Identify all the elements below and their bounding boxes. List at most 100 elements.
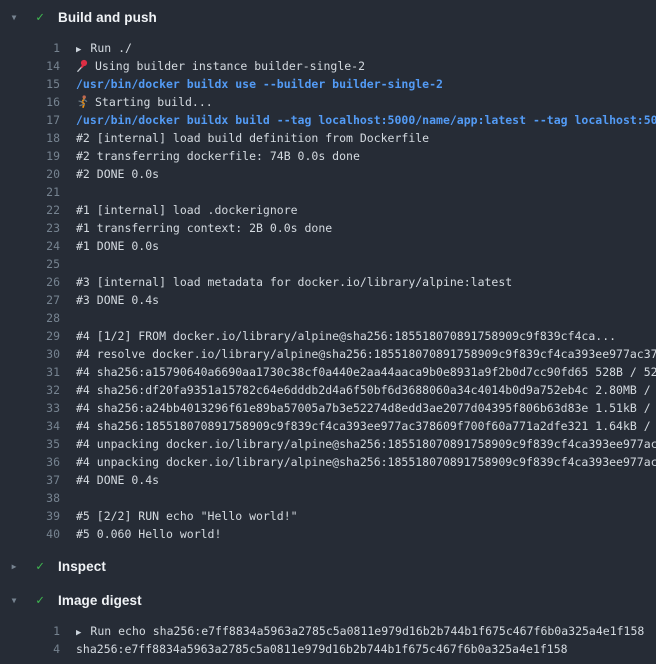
- log-line: 18 #2 [internal] load build definition fr…: [0, 129, 656, 147]
- log-line: 19#2 transferring dockerfile: 74B 0.0s d…: [0, 147, 656, 165]
- log-line: 40 #5 0.060 Hello world!: [0, 525, 656, 543]
- check-icon: ✓: [32, 559, 48, 574]
- log-line: 4 sha256:e7ff8834a5963a2785c5a0811e979d16…: [0, 640, 656, 658]
- log-text: #4 resolve docker.io/library/alpine@sha2…: [76, 345, 656, 363]
- line-number[interactable]: 34: [0, 417, 60, 435]
- line-number[interactable]: 27: [0, 291, 60, 309]
- line-number[interactable]: 33: [0, 399, 60, 417]
- line-number[interactable]: 18: [0, 129, 60, 147]
- line-number[interactable]: 38: [0, 489, 60, 507]
- line-number[interactable]: 17: [0, 111, 60, 129]
- chevron-right-icon[interactable]: ▶: [76, 628, 81, 638]
- log-text: #4 unpacking docker.io/library/alpine@sh…: [76, 435, 656, 453]
- group-toggle[interactable]: ▶Run ./: [76, 39, 132, 57]
- log-text: #1 DONE 0.0s: [76, 237, 159, 255]
- line-number[interactable]: 4: [0, 640, 60, 658]
- log-line: 24 #1 DONE 0.0s: [0, 237, 656, 255]
- log-text: #1 transferring context: 2B 0.0s done: [76, 219, 332, 237]
- log-text: #3 DONE 0.4s: [76, 291, 159, 309]
- line-number[interactable]: 37: [0, 471, 60, 489]
- chevron-right-icon[interactable]: ▶: [8, 562, 20, 571]
- log-text: Using builder instance builder-single-2: [76, 57, 365, 75]
- line-number[interactable]: 39: [0, 507, 60, 525]
- line-number[interactable]: 29: [0, 327, 60, 345]
- line-number[interactable]: 23: [0, 219, 60, 237]
- log-line: 34 #4 sha256:185518070891758909c9f839cf4c…: [0, 417, 656, 435]
- log-text: #1 [internal] load .dockerignore: [76, 201, 298, 219]
- section-title: Image digest: [58, 593, 142, 608]
- log-line: 21: [0, 183, 656, 201]
- log-line: 23 #1 transferring context: 2B 0.0s done: [0, 219, 656, 237]
- log-line: 33 #4 sha256:a24bb4013296f61e89ba57005a7b…: [0, 399, 656, 417]
- chevron-down-icon[interactable]: ▼: [8, 596, 20, 605]
- command-text: /usr/bin/docker buildx build --tag local…: [76, 111, 656, 129]
- log-line: 36#4 unpacking docker.io/library/alpine@…: [0, 453, 656, 471]
- log-line: 15/usr/bin/docker buildx use --builder b…: [0, 75, 656, 93]
- line-number[interactable]: 24: [0, 237, 60, 255]
- section-inspect: ▶ ✓ Inspect: [0, 549, 656, 583]
- line-number[interactable]: 36: [0, 453, 60, 471]
- line-number[interactable]: 31: [0, 363, 60, 381]
- line-number[interactable]: 19: [0, 147, 60, 165]
- log-line: 29 #4 [1/2] FROM docker.io/library/alpine…: [0, 327, 656, 345]
- log-text: #4 [1/2] FROM docker.io/library/alpine@s…: [76, 327, 616, 345]
- line-number[interactable]: 16: [0, 93, 60, 111]
- log-container: ▼ ✓ Build and push 1▶Run ./14Using build…: [0, 0, 656, 664]
- log-line: 1 ▶Run ./: [0, 39, 656, 57]
- log-text: #4 sha256:a15790640a6690aa1730c38cf0a440…: [76, 363, 656, 381]
- section-image-digest: ▼ ✓ Image digest 1 ▶Run echo sha256:e7ff8…: [0, 583, 656, 664]
- line-number[interactable]: 21: [0, 183, 60, 201]
- line-number[interactable]: 40: [0, 525, 60, 543]
- log-line: 28: [0, 309, 656, 327]
- log-lines-image-digest: 1 ▶Run echo sha256:e7ff8834a5963a2785c5a0…: [0, 617, 656, 664]
- log-line: 1 ▶Run echo sha256:e7ff8834a5963a2785c5a0…: [0, 622, 656, 640]
- log-text: #4 sha256:a24bb4013296f61e89ba57005a7b3e…: [76, 399, 656, 417]
- log-line: 17/usr/bin/docker buildx build --tag loc…: [0, 111, 656, 129]
- chevron-down-icon[interactable]: ▼: [8, 13, 20, 22]
- line-number[interactable]: 1: [0, 622, 60, 640]
- line-number[interactable]: 1: [0, 39, 60, 57]
- log-line: 27 #3 DONE 0.4s: [0, 291, 656, 309]
- log-text: #5 [2/2] RUN echo "Hello world!": [76, 507, 298, 525]
- line-number[interactable]: 14: [0, 57, 60, 75]
- line-number[interactable]: 35: [0, 435, 60, 453]
- line-number[interactable]: 30: [0, 345, 60, 363]
- line-number[interactable]: 20: [0, 165, 60, 183]
- section-header-image-digest[interactable]: ▼ ✓ Image digest: [0, 583, 656, 617]
- log-line: 31 #4 sha256:a15790640a6690aa1730c38cf0a4…: [0, 363, 656, 381]
- log-text: #3 [internal] load metadata for docker.i…: [76, 273, 512, 291]
- line-number[interactable]: 22: [0, 201, 60, 219]
- log-line: 25: [0, 255, 656, 273]
- log-text: #2 [internal] load build definition from…: [76, 129, 429, 147]
- log-line: 16Starting build...: [0, 93, 656, 111]
- log-text: #5 0.060 Hello world!: [76, 525, 221, 543]
- line-number[interactable]: 25: [0, 255, 60, 273]
- chevron-right-icon[interactable]: ▶: [76, 45, 81, 55]
- line-number[interactable]: 15: [0, 75, 60, 93]
- log-text: #4 DONE 0.4s: [76, 471, 159, 489]
- log-line: 35 #4 unpacking docker.io/library/alpine@…: [0, 435, 656, 453]
- check-icon: ✓: [32, 593, 48, 608]
- log-line: 32#4 sha256:df20fa9351a15782c64e6dddb2d4…: [0, 381, 656, 399]
- section-title: Inspect: [58, 559, 106, 574]
- log-line: 38: [0, 489, 656, 507]
- line-number[interactable]: 26: [0, 273, 60, 291]
- log-text: #4 sha256:185518070891758909c9f839cf4ca3…: [76, 417, 656, 435]
- log-text: #2 DONE 0.0s: [76, 165, 159, 183]
- log-line: 26 #3 [internal] load metadata for docker…: [0, 273, 656, 291]
- log-line: 37 #4 DONE 0.4s: [0, 471, 656, 489]
- section-header-inspect[interactable]: ▶ ✓ Inspect: [0, 549, 656, 583]
- log-line: 39 #5 [2/2] RUN echo "Hello world!": [0, 507, 656, 525]
- line-number[interactable]: 32: [0, 381, 60, 399]
- group-toggle[interactable]: ▶Run echo sha256:e7ff8834a5963a2785c5a08…: [76, 622, 644, 640]
- log-text: sha256:e7ff8834a5963a2785c5a0811e979d16b…: [76, 640, 568, 658]
- log-line: 14 Using builder instance builder-single-…: [0, 57, 656, 75]
- pushpin-icon: [76, 59, 89, 72]
- log-lines-build-and-push: 1 ▶Run ./ 14 Using builder instance builder…: [0, 34, 656, 549]
- runner-icon: [76, 95, 89, 108]
- section-header-build-and-push[interactable]: ▼ ✓ Build and push: [0, 0, 656, 34]
- command-text: /usr/bin/docker buildx use --builder bui…: [76, 75, 443, 93]
- line-number[interactable]: 28: [0, 309, 60, 327]
- log-line: 22 #1 [internal] load .dockerignore: [0, 201, 656, 219]
- log-line: 20 #2 DONE 0.0s: [0, 165, 656, 183]
